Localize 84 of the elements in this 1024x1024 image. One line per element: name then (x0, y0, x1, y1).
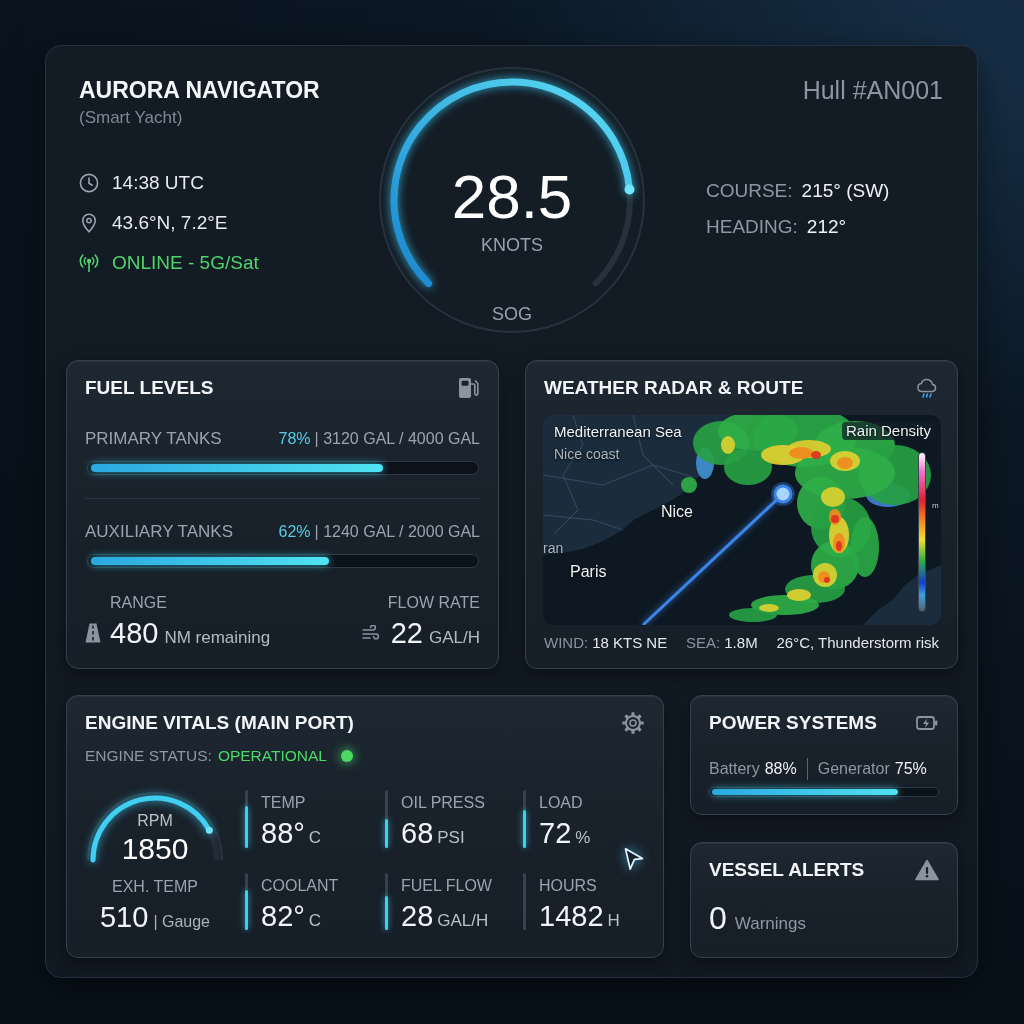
settings-icon[interactable] (621, 711, 645, 735)
metric-value: 510 (100, 901, 149, 933)
metric-value: 88° (261, 817, 305, 849)
metric-unit: H (607, 911, 620, 931)
vessel-name: AURORA NAVIGATOR (79, 76, 320, 104)
map-label: Nice (661, 503, 693, 521)
condition-value: 26°C, Thunderstorm risk (776, 634, 939, 652)
map-label: Mediterranean Sea (554, 423, 682, 441)
wind-icon (361, 625, 380, 641)
metric-label: HOURS (539, 877, 597, 895)
metric-value: 72 (539, 817, 572, 849)
antenna-signal-icon (79, 253, 99, 273)
card-title: VESSEL ALERTS (709, 858, 865, 882)
power-value: 75% (894, 759, 927, 779)
condition-value: 1.8M (724, 634, 758, 652)
metric-label: EXH. TEMP (112, 878, 198, 896)
metric-unit: | Gauge (153, 913, 210, 931)
metric-unit: GAL/H (437, 911, 489, 931)
fuel-pump-icon (456, 376, 480, 400)
time-text: 14:38 UTC (112, 172, 204, 194)
stat-unit: NM remaining (164, 628, 271, 648)
map-label: Nice coast (554, 445, 620, 463)
condition-label: SEA: (686, 634, 721, 652)
rpm-label: RPM (137, 812, 173, 830)
metric-label: LOAD (539, 794, 583, 812)
legend-title: Rain Density (841, 422, 935, 440)
stat-label: FLOW RATE (387, 593, 480, 613)
card-title: POWER SYSTEMS (709, 711, 877, 735)
legend-unit: m (932, 501, 939, 510)
metric-label: OIL PRESS (401, 794, 485, 812)
warning-icon (915, 858, 939, 882)
hull-number: Hull #AN001 (802, 76, 943, 104)
alert-label: Warnings (734, 914, 806, 934)
map-label: ran (543, 539, 564, 557)
metric-value: 82° (261, 900, 305, 932)
power-label: Generator (817, 759, 890, 779)
tank-name: PRIMARY TANKS (85, 429, 222, 449)
speed-caption: SOG (492, 303, 532, 325)
card-title: WEATHER RADAR & ROUTE (544, 376, 804, 400)
metric-value: 28 (401, 900, 434, 932)
metric-unit: PSI (437, 828, 465, 848)
clock-icon (79, 173, 99, 193)
stat-unit: GAL/H (428, 628, 480, 648)
stat-label: RANGE (110, 593, 167, 613)
metric-label: TEMP (261, 794, 306, 812)
map-label: Paris (570, 563, 607, 581)
nav-label: COURSE: (706, 180, 793, 202)
power-label: Battery (709, 759, 760, 779)
speed-unit: KNOTS (481, 234, 543, 256)
nav-value: 212° (806, 216, 847, 238)
card-title: FUEL LEVELS (85, 376, 214, 400)
power-value: 88% (764, 759, 797, 779)
metric-value: 1482 (539, 900, 604, 932)
nav-label: HEADING: (706, 216, 798, 238)
status-value: OPERATIONAL (217, 747, 327, 765)
stat-value: 480 (110, 617, 159, 649)
connection-status: ONLINE - 5G/Sat (112, 252, 259, 274)
tank-volume: | 3120 GAL / 4000 GAL (314, 429, 480, 449)
metric-value: 68 (401, 817, 434, 849)
tank-percent: 78% (278, 429, 311, 449)
vessel-type: (Smart Yacht) (79, 107, 183, 129)
position-marker-icon (771, 482, 795, 506)
card-title: ENGINE VITALS (MAIN PORT) (85, 711, 354, 735)
speed-value: 28.5 (451, 162, 573, 232)
road-icon (85, 623, 101, 643)
coordinates-text: 43.6°N, 7.2°E (112, 212, 228, 234)
metric-unit: C (308, 911, 322, 931)
metric-label: FUEL FLOW (401, 877, 492, 895)
condition-label: WIND: (544, 634, 589, 652)
metric-unit: C (308, 828, 322, 848)
stat-value: 22 (390, 617, 423, 649)
tank-volume: | 1240 GAL / 2000 GAL (314, 522, 480, 542)
nav-value: 215° (SW) (801, 180, 890, 202)
cloud-rain-icon (915, 376, 939, 400)
alert-count: 0 (709, 901, 727, 935)
tank-name: AUXILIARY TANKS (85, 522, 234, 542)
location-pin-icon (79, 213, 99, 233)
metric-label: COOLANT (261, 877, 339, 895)
tank-percent: 62% (278, 522, 311, 542)
metric-level-track (523, 873, 526, 930)
condition-value: 18 KTS NE (592, 634, 668, 652)
status-label: ENGINE STATUS: (85, 747, 212, 765)
metric-unit: % (575, 828, 591, 848)
rpm-value: 1850 (121, 832, 189, 866)
